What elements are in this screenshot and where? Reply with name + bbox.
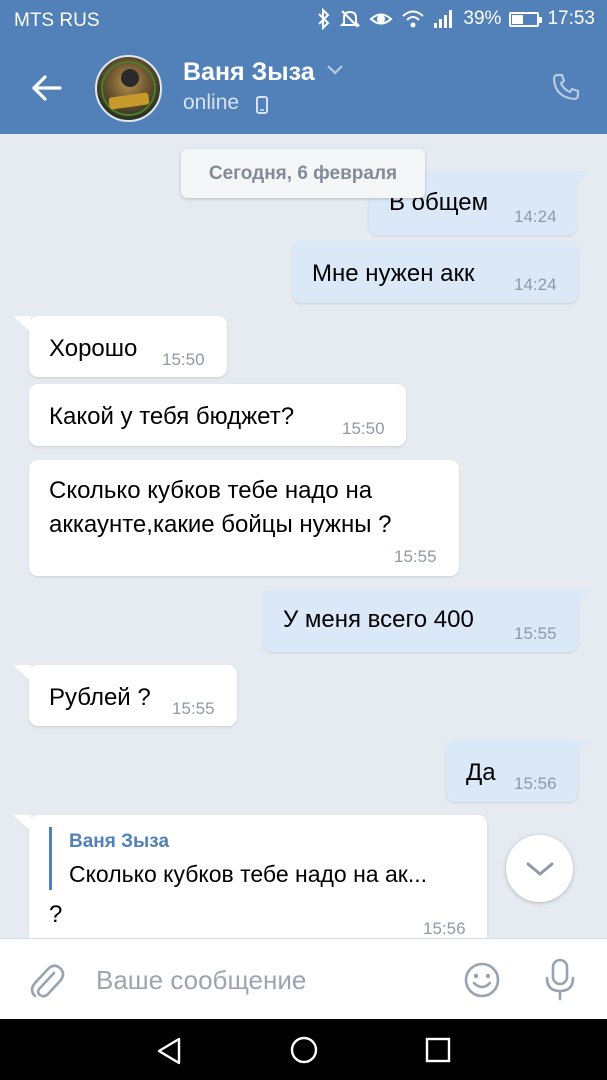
message-bubble-incoming-reply[interactable]: Ваня Зыза Сколько кубков тебе надо на ак… [29, 815, 487, 938]
battery-percent: 39% [463, 8, 502, 29]
message-bubble-incoming[interactable]: Сколько кубков тебе надо на аккаунте,как… [29, 460, 459, 576]
message-text: Мне нужен акк [312, 260, 475, 287]
status-icons: 39% 17:53 [317, 8, 595, 30]
mute-icon [340, 10, 361, 28]
status-bar: MTS RUS 39% 17:53 [0, 0, 607, 40]
message-text-line-2: аккаунте,какие бойцы нужны ? [49, 511, 392, 538]
scroll-down-icon [526, 862, 553, 875]
scroll-down-button[interactable] [506, 835, 573, 902]
back-arrow-icon[interactable] [28, 70, 64, 106]
nav-recent-icon[interactable] [425, 1037, 451, 1063]
app-header: MTS RUS 39% 17:53 Ваня Зыза online [0, 0, 607, 134]
chevron-down-icon[interactable] [326, 64, 344, 76]
message-time: 15:50 [342, 419, 385, 438]
contact-name[interactable]: Ваня Зыза [183, 58, 315, 87]
chat-area[interactable]: Сегодня, 6 февраля В общем 14:24 Мне нуж… [0, 134, 607, 938]
attach-icon[interactable] [28, 961, 66, 1001]
message-input[interactable] [96, 959, 436, 1001]
message-text: ? [49, 901, 63, 928]
message-time: 15:55 [172, 699, 215, 718]
avatar[interactable] [95, 55, 162, 122]
signal-icon [434, 10, 453, 28]
date-separator: Сегодня, 6 февраля [181, 149, 425, 198]
system-navigation-bar [0, 1019, 607, 1080]
message-bubble-outgoing[interactable]: У меня всего 400 15:55 [263, 590, 578, 652]
battery-icon [509, 11, 543, 27]
eye-icon [369, 13, 393, 25]
mobile-icon [256, 96, 268, 114]
message-bubble-incoming[interactable]: Рублей ? 15:55 [29, 665, 237, 726]
emoji-icon[interactable] [463, 961, 501, 999]
message-time: 15:56 [514, 774, 557, 793]
nav-back-icon[interactable] [155, 1036, 183, 1066]
message-text: Да [466, 759, 496, 786]
clock: 17:53 [547, 8, 595, 29]
message-bubble-outgoing[interactable]: Мне нужен акк 14:24 [292, 241, 578, 303]
nav-home-icon[interactable] [289, 1035, 319, 1065]
message-text: Хорошо [49, 335, 138, 362]
message-time: 15:55 [514, 624, 557, 643]
message-text: Какой у тебя бюджет? [49, 403, 295, 430]
message-time: 15:55 [394, 547, 437, 566]
message-time: 14:24 [514, 207, 557, 226]
message-bubble-outgoing[interactable]: Да 15:56 [446, 740, 578, 802]
contact-status: online [183, 91, 240, 114]
message-text: У меня всего 400 [283, 606, 474, 633]
message-time: 15:50 [162, 350, 205, 369]
message-composer [0, 938, 607, 1019]
message-bubble-incoming[interactable]: Хорошо 15:50 [29, 316, 227, 377]
bluetooth-icon [318, 8, 330, 30]
reply-author[interactable]: Ваня Зыза [69, 831, 169, 853]
message-text: Рублей ? [49, 684, 151, 711]
message-bubble-incoming[interactable]: Какой у тебя бюджет? 15:50 [29, 384, 406, 446]
reply-quote-bar [49, 827, 52, 890]
message-text-line-1: Сколько кубков тебе надо на [49, 477, 373, 504]
message-time: 15:56 [423, 919, 466, 938]
wifi-icon [402, 10, 425, 28]
message-time: 14:24 [514, 275, 557, 294]
carrier-label: MTS RUS [14, 10, 100, 31]
reply-text[interactable]: Сколько кубков тебе надо на ак... [69, 861, 427, 888]
phone-icon[interactable] [551, 72, 581, 102]
mic-icon[interactable] [542, 958, 578, 1002]
